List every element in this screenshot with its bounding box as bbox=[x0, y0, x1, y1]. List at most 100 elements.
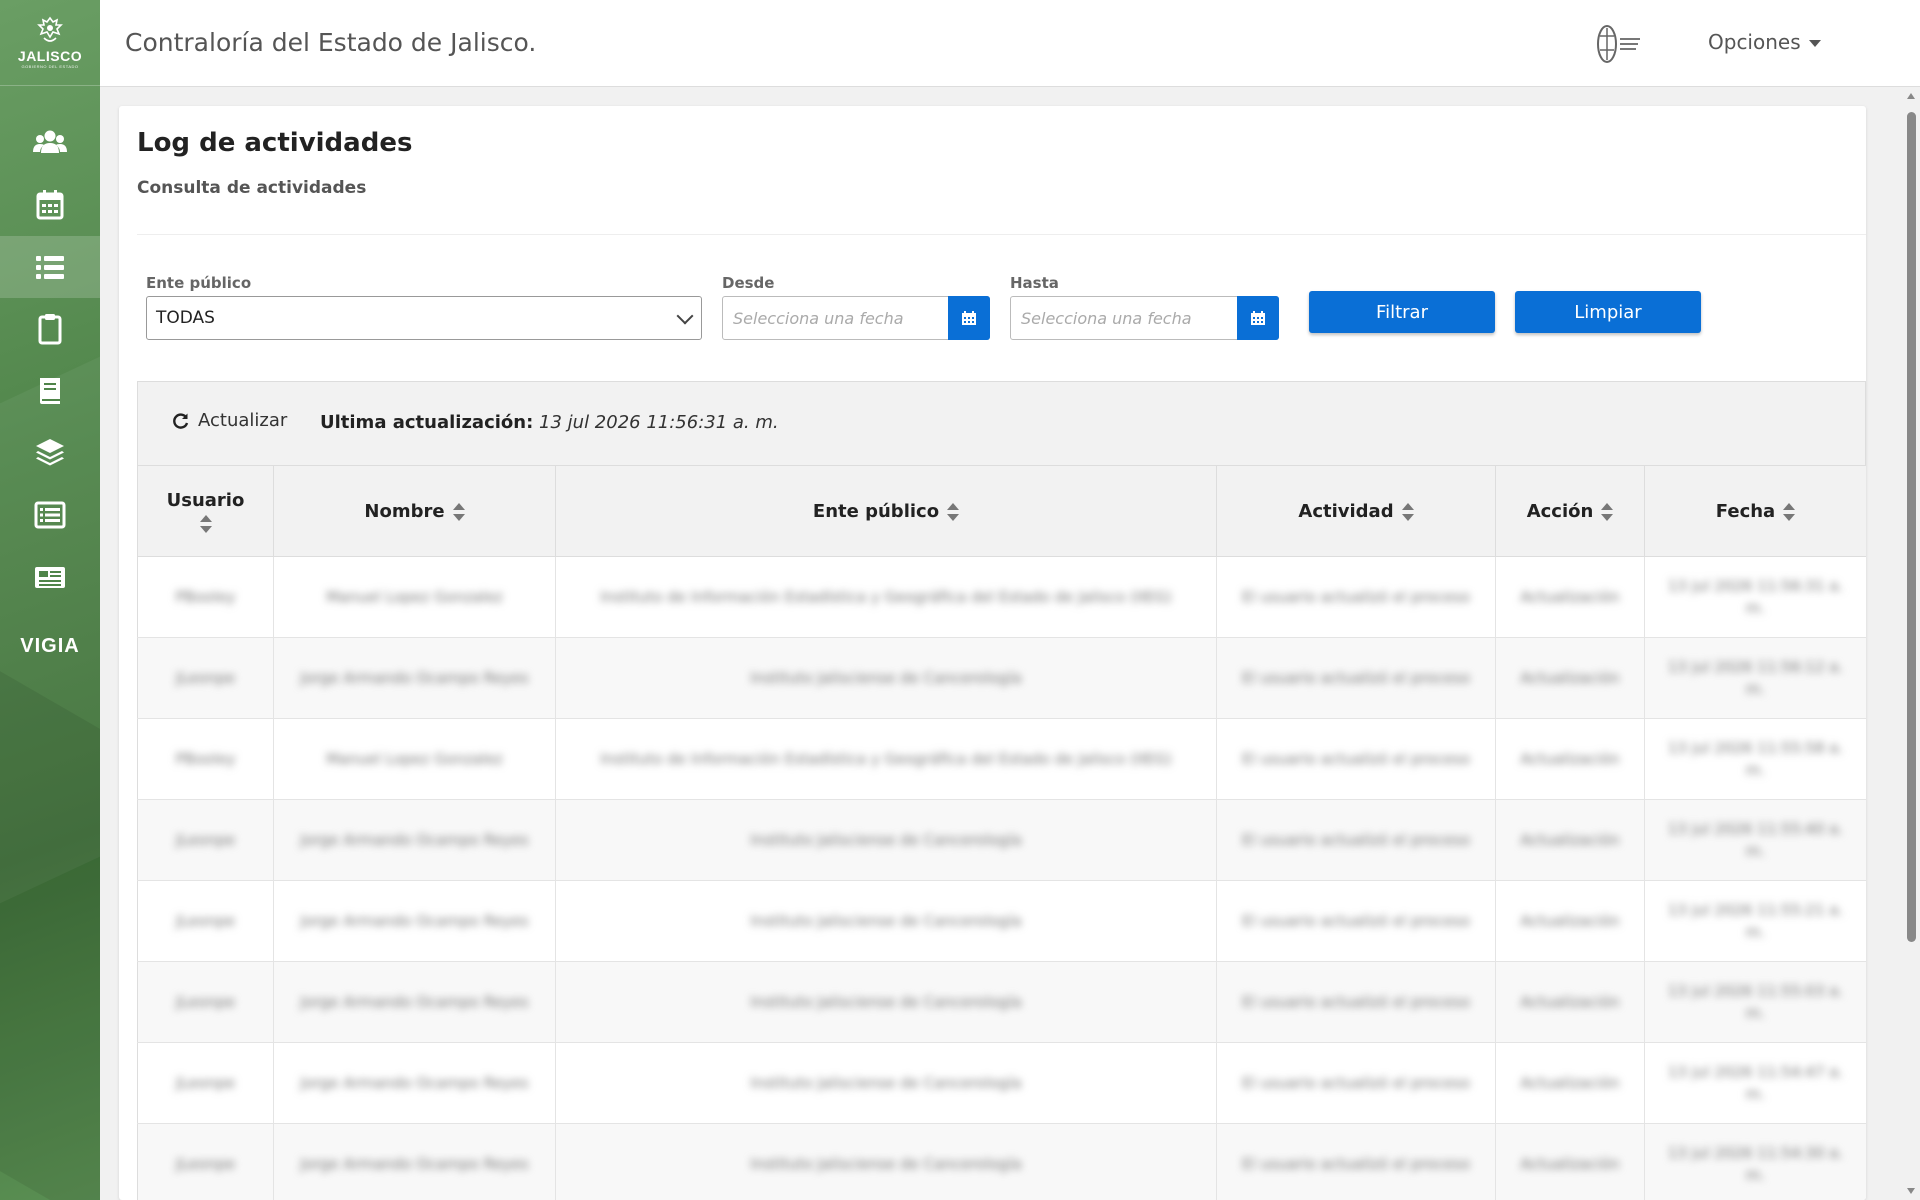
cell-text: JLeonpe bbox=[175, 830, 236, 849]
sidebar-item-list-alt[interactable] bbox=[0, 484, 100, 546]
hasta-date-field[interactable]: Selecciona una fecha bbox=[1010, 296, 1279, 340]
options-dropdown[interactable]: Opciones bbox=[1708, 30, 1821, 54]
top-header: Contraloría del Estado de Jalisco. Opcio… bbox=[100, 0, 1920, 87]
sidebar-item-calendar[interactable] bbox=[0, 174, 100, 236]
table-cell: Actualización bbox=[1495, 880, 1645, 962]
page-scrollbar[interactable] bbox=[1902, 87, 1920, 1200]
scroll-thumb[interactable] bbox=[1907, 112, 1916, 942]
cell-text: Jorge Armando Ocampo Reyes bbox=[300, 830, 529, 849]
sort-icon[interactable] bbox=[1601, 502, 1614, 521]
table-row[interactable]: JLeonpe Jorge Armando Ocampo Reyes Institu… bbox=[137, 961, 1866, 1043]
cell-text: 13 jul 2026 11:56:31 a. m. bbox=[1667, 576, 1844, 618]
table-cell: Instituto de Información Estadística y G… bbox=[555, 556, 1217, 638]
table-row[interactable]: JLeonpe Jorge Armando Ocampo Reyes Institu… bbox=[137, 1123, 1866, 1200]
book-icon bbox=[40, 378, 60, 404]
scroll-down-icon[interactable] bbox=[1907, 1188, 1915, 1194]
limpiar-button[interactable]: Limpiar bbox=[1515, 291, 1701, 333]
sidebar-item-activity-log[interactable] bbox=[0, 236, 100, 298]
table-cell: Actualización bbox=[1495, 637, 1645, 719]
cell-text: El usuario actualizó el proceso bbox=[1241, 587, 1471, 606]
table-cell: PBooley bbox=[137, 556, 274, 638]
news-icon bbox=[35, 567, 65, 588]
table-cell: Actualización bbox=[1495, 556, 1645, 638]
desde-placeholder: Selecciona una fecha bbox=[733, 309, 904, 328]
contraloria-emblem-icon bbox=[1597, 25, 1640, 63]
table-cell: Actualización bbox=[1495, 961, 1645, 1043]
cell-text: Actualización bbox=[1520, 830, 1620, 849]
table-cell: JLeonpe bbox=[137, 637, 274, 719]
table-cell: JLeonpe bbox=[137, 961, 274, 1043]
desde-label: Desde bbox=[722, 274, 775, 292]
table-cell: El usuario actualizó el proceso bbox=[1216, 718, 1496, 800]
logo-name: JALISCO bbox=[17, 48, 83, 64]
sort-icon[interactable] bbox=[452, 502, 465, 521]
cell-text: Instituto Jalisciense de Cancerología bbox=[750, 1154, 1022, 1173]
cell-text: Instituto Jalisciense de Cancerología bbox=[750, 668, 1022, 687]
table-cell: Instituto Jalisciense de Cancerología bbox=[555, 637, 1217, 719]
hasta-calendar-button[interactable] bbox=[1237, 296, 1279, 340]
table-cell: Jorge Armando Ocampo Reyes bbox=[273, 1123, 556, 1200]
cell-text: El usuario actualizó el proceso bbox=[1241, 992, 1471, 1011]
crest-icon bbox=[37, 16, 63, 42]
sort-icon[interactable] bbox=[1401, 502, 1414, 521]
filtrar-button[interactable]: Filtrar bbox=[1309, 291, 1495, 333]
table-row[interactable]: JLeonpe Jorge Armando Ocampo Reyes Institu… bbox=[137, 1042, 1866, 1124]
column-header-usuario[interactable]: Usuario bbox=[137, 465, 274, 557]
cell-text: Jorge Armando Ocampo Reyes bbox=[300, 911, 529, 930]
table-cell: El usuario actualizó el proceso bbox=[1216, 880, 1496, 962]
refresh-label: Actualizar bbox=[198, 410, 288, 431]
refresh-icon bbox=[173, 412, 189, 429]
sort-icon[interactable] bbox=[1783, 502, 1796, 521]
calendar-button-icon bbox=[962, 311, 976, 325]
column-header-actividad[interactable]: Actividad bbox=[1216, 465, 1496, 557]
table-cell: Instituto Jalisciense de Cancerología bbox=[555, 961, 1217, 1043]
divider bbox=[137, 234, 1866, 235]
sidebar-item-users[interactable] bbox=[0, 112, 100, 174]
cell-text: JLeonpe bbox=[175, 1154, 236, 1173]
table-row[interactable]: PBooley Manuel Lopez Gonzalez Instituto de… bbox=[137, 718, 1866, 800]
sort-icon[interactable] bbox=[947, 502, 960, 521]
desde-date-field[interactable]: Selecciona una fecha bbox=[722, 296, 990, 340]
table-row[interactable]: JLeonpe Jorge Armando Ocampo Reyes Institu… bbox=[137, 799, 1866, 881]
table-cell: Manuel Lopez Gonzalez bbox=[273, 556, 556, 638]
scroll-up-icon[interactable] bbox=[1907, 93, 1915, 99]
sidebar-item-news[interactable] bbox=[0, 546, 100, 608]
jalisco-logo[interactable]: JALISCO GOBIERNO DEL ESTADO bbox=[0, 0, 100, 86]
table-cell: Actualización bbox=[1495, 718, 1645, 800]
table-row[interactable]: PBooley Manuel Lopez Gonzalez Instituto de… bbox=[137, 556, 1866, 638]
cell-text: JLeonpe bbox=[175, 992, 236, 1011]
table-row[interactable]: JLeonpe Jorge Armando Ocampo Reyes Institu… bbox=[137, 880, 1866, 962]
sidebar-item-layers[interactable] bbox=[0, 422, 100, 484]
column-header-fecha[interactable]: Fecha bbox=[1644, 465, 1866, 557]
column-header-ente-publico[interactable]: Ente público bbox=[555, 465, 1217, 557]
last-update: Ultima actualización: 13 jul 2026 11:56:… bbox=[320, 412, 779, 433]
ente-select[interactable]: TODAS bbox=[146, 296, 702, 340]
table-cell: JLeonpe bbox=[137, 1123, 274, 1200]
cell-text: Instituto Jalisciense de Cancerología bbox=[750, 1073, 1022, 1092]
sort-icon[interactable] bbox=[199, 514, 212, 533]
sidebar-item-vigia[interactable]: VIGIA bbox=[0, 615, 100, 677]
cell-text: Instituto Jalisciense de Cancerología bbox=[750, 911, 1022, 930]
cell-text: El usuario actualizó el proceso bbox=[1241, 1073, 1471, 1092]
table-row[interactable]: JLeonpe Jorge Armando Ocampo Reyes Institu… bbox=[137, 637, 1866, 719]
sidebar-item-book[interactable] bbox=[0, 360, 100, 422]
table-cell: Instituto Jalisciense de Cancerología bbox=[555, 880, 1217, 962]
table-cell: Instituto Jalisciense de Cancerología bbox=[555, 1123, 1217, 1200]
main-card: Log de actividades Consulta de actividad… bbox=[119, 106, 1866, 1200]
list-icon bbox=[36, 256, 64, 279]
table-cell: Jorge Armando Ocampo Reyes bbox=[273, 799, 556, 881]
table-cell: 13 jul 2026 11:55:40 a. m. bbox=[1644, 799, 1866, 881]
column-header-accion[interactable]: Acción bbox=[1495, 465, 1645, 557]
table-cell: 13 jul 2026 11:54:47 a. m. bbox=[1644, 1042, 1866, 1124]
sidebar-item-clipboard[interactable] bbox=[0, 298, 100, 360]
table-cell: El usuario actualizó el proceso bbox=[1216, 1042, 1496, 1124]
desde-calendar-button[interactable] bbox=[948, 296, 990, 340]
refresh-button[interactable]: Actualizar bbox=[172, 410, 287, 431]
last-update-value: 13 jul 2026 11:56:31 a. m. bbox=[539, 412, 779, 433]
column-header-nombre[interactable]: Nombre bbox=[273, 465, 556, 557]
table-cell: Actualización bbox=[1495, 1042, 1645, 1124]
cell-text: Jorge Armando Ocampo Reyes bbox=[300, 992, 529, 1011]
cell-text: El usuario actualizó el proceso bbox=[1241, 911, 1471, 930]
cell-text: Jorge Armando Ocampo Reyes bbox=[300, 1073, 529, 1092]
cell-text: Manuel Lopez Gonzalez bbox=[326, 587, 503, 606]
